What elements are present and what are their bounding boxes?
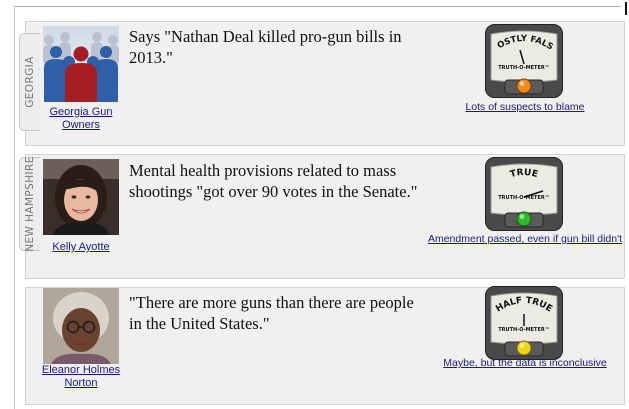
truth-o-meter-icon: TRUE TRUTH-O-METER™	[485, 157, 563, 231]
truth-o-meter-badge[interactable]: TRUE TRUTH-O-METER™	[485, 157, 563, 231]
fact-check-feed: GEORGIA Georgia Gun Owners Says "Nathan …	[14, 6, 625, 409]
svg-text:TRUTH-O-METER™: TRUTH-O-METER™	[498, 195, 549, 201]
truth-o-meter-badge[interactable]: MOSTLY FALSE TRUTH-O-METER™	[481, 17, 563, 98]
person-photo-icon	[43, 159, 119, 235]
ruling-link[interactable]: Maybe, but the data is inconclusive	[425, 357, 625, 370]
group-silhouette-icon	[43, 26, 119, 102]
state-tab-label: GEORGIA	[24, 56, 36, 108]
truth-o-meter-icon: HALF TRUE TRUTH-O-METER™	[485, 286, 563, 360]
statement-quote: Mental health provisions related to mass…	[129, 161, 418, 201]
speaker-name-link[interactable]: Kelly Ayotte	[37, 241, 125, 254]
ruling-link[interactable]: Amendment passed, even if gun bill didn'…	[425, 233, 625, 246]
speaker-name-link[interactable]: Eleanor Holmes Norton	[37, 364, 125, 389]
truth-o-meter-badge[interactable]: HALF TRUE TRUTH-O-METER™	[485, 286, 563, 360]
person-photo-icon	[43, 288, 119, 364]
svg-text:TRUTH-O-METER™: TRUTH-O-METER™	[498, 65, 549, 71]
ruling-link[interactable]: Lots of suspects to blame	[425, 101, 625, 114]
speaker-photo[interactable]	[43, 26, 119, 102]
statement-quote: Says "Nathan Deal killed pro-gun bills i…	[129, 27, 402, 67]
svg-text:TRUTH-O-METER™: TRUTH-O-METER™	[498, 327, 549, 333]
window-edge-marker	[625, 2, 627, 15]
state-tab-label: NEW HAMPSHIRE	[24, 156, 36, 252]
truth-o-meter-icon: MOSTLY FALSE TRUTH-O-METER™	[481, 17, 563, 98]
speaker-photo[interactable]	[43, 159, 119, 235]
speaker-photo[interactable]	[43, 288, 119, 364]
statement-quote: "There are more guns than there are peop…	[129, 293, 414, 333]
speaker-name-link[interactable]: Georgia Gun Owners	[37, 106, 125, 131]
state-tab-new-hampshire[interactable]: NEW HAMPSHIRE	[19, 156, 40, 252]
